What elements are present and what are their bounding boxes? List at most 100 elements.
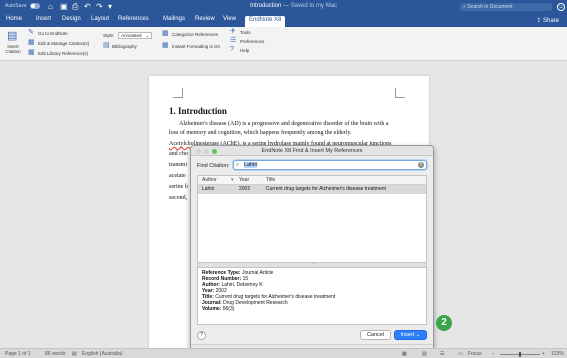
web-layout-icon[interactable]: ☰: [440, 351, 444, 357]
endnote-ribbon: ▤ Insert Citation ✎ Go to EndNote ▦ Edit…: [0, 27, 567, 61]
paragraph-line: loss of memory and cognition, which happ…: [169, 130, 352, 136]
go-to-endnote-button[interactable]: Go to EndNote: [38, 31, 68, 36]
zoom-in-icon[interactable]: +: [542, 351, 545, 357]
edit-manage-citations-button[interactable]: Edit & Manage Citation(s): [38, 41, 89, 46]
tab-home[interactable]: Home: [6, 16, 22, 22]
column-year[interactable]: Year: [239, 177, 249, 183]
paragraph-line: Alzheimer's disease (AD) is a progressiv…: [179, 121, 389, 127]
insert-citation-icon[interactable]: ▤: [7, 30, 17, 42]
instant-formatting-icon: ▦: [162, 42, 169, 49]
language[interactable]: English (Australia): [82, 351, 123, 357]
dialog-title: EndNote X8 Find & Insert My References: [191, 146, 433, 156]
tab-insert[interactable]: Insert: [36, 16, 51, 22]
bibliography-icon: ▤: [103, 42, 110, 49]
focus-icon[interactable]: ▭: [458, 351, 463, 357]
tab-layout[interactable]: Layout: [91, 16, 109, 22]
minimize-window-button[interactable]: [204, 149, 209, 154]
preferences-icon: ☰: [230, 37, 237, 44]
instant-formatting-button[interactable]: Instant Formatting is On: [172, 44, 220, 49]
clear-search-icon[interactable]: ×: [418, 162, 424, 168]
chevron-down-icon[interactable]: ⌄: [416, 332, 421, 338]
share-label: Share: [542, 18, 559, 24]
print-layout-icon[interactable]: ▤: [422, 351, 427, 357]
reference-details-pane: Reference Type: Journal Article Record N…: [197, 267, 427, 325]
bibliography-button[interactable]: Bibliography: [112, 44, 137, 49]
row-author: Lahiri: [202, 186, 215, 192]
tab-view[interactable]: View: [223, 16, 236, 22]
style-select[interactable]: Annotated ⌄: [118, 32, 152, 39]
saved-status: — Saved to my Mac: [283, 3, 338, 9]
tab-mailings[interactable]: Mailings: [163, 16, 185, 22]
cancel-button[interactable]: Cancel: [360, 330, 391, 340]
dialog-help-button[interactable]: ?: [197, 331, 206, 340]
find-insert-references-dialog: EndNote X8 Find & Insert My References F…: [190, 145, 434, 357]
detail-line: Volume: 56(3): [202, 306, 235, 312]
find-citation-label: Find Citation:: [197, 163, 230, 169]
paragraph-line: and cho: [169, 151, 188, 157]
paragraph-line: serine h: [169, 184, 188, 190]
autosave-label: AutoSave: [5, 3, 27, 9]
preferences-button[interactable]: Preferences: [240, 39, 264, 44]
page-count[interactable]: Page 1 of 1: [5, 351, 31, 357]
print-icon[interactable]: ⎙: [72, 2, 78, 11]
paragraph-line: second,: [169, 195, 188, 201]
tools-button[interactable]: Tools: [240, 30, 251, 35]
proofing-icon[interactable]: ▤: [72, 351, 77, 357]
paragraph-line: transmi: [169, 162, 187, 168]
zoom-slider-knob[interactable]: [519, 352, 521, 357]
go-to-endnote-icon: ✎: [28, 29, 34, 36]
row-title: Current drug targets for Alzheimer's dis…: [266, 186, 386, 192]
edit-library-icon: ▦: [28, 49, 35, 56]
smiley-feedback-icon[interactable]: ☺: [557, 3, 565, 11]
save-icon[interactable]: ▣: [60, 2, 68, 11]
insert-button[interactable]: Insert ⌄: [394, 330, 427, 340]
title-bar: AutoSave ⌂ ▣ ⎙ ↶ ↷ ▾ Introduction — Save…: [0, 0, 567, 14]
crop-mark: [173, 88, 183, 98]
search-icon: ⌕: [236, 162, 240, 168]
categorize-references-button[interactable]: Categorize References: [172, 32, 218, 37]
edit-citation-icon: ▦: [28, 39, 35, 46]
zoom-out-icon[interactable]: −: [492, 351, 495, 357]
tab-endnote[interactable]: EndNote X8: [245, 16, 286, 27]
results-table-header: Author ▾ Year Title: [198, 176, 426, 185]
style-value: Annotated: [121, 33, 142, 38]
column-author[interactable]: Author: [202, 177, 217, 183]
crop-mark: [395, 88, 405, 98]
status-bar: Page 1 of 1 86 words ▤ English (Australi…: [0, 348, 567, 358]
table-row[interactable]: Lahiri 2002 Current drug targets for Alz…: [198, 185, 426, 194]
tab-design[interactable]: Design: [62, 16, 81, 22]
find-citation-input[interactable]: ⌕ Lahiri ×: [233, 160, 427, 170]
search-input[interactable]: ⌕ Search in Document: [460, 3, 552, 11]
section-heading: 1. Introduction: [169, 106, 227, 116]
search-placeholder: Search in Document: [467, 4, 513, 10]
help-button[interactable]: Help: [240, 48, 249, 53]
share-button[interactable]: ⇪ Share: [536, 17, 559, 24]
word-count[interactable]: 86 words: [45, 351, 65, 357]
zoom-window-button[interactable]: [212, 149, 217, 154]
autosave-toggle[interactable]: [30, 3, 40, 9]
find-citation-value: Lahiri: [244, 162, 258, 168]
column-title[interactable]: Title: [266, 177, 275, 183]
categorize-icon: ▦: [162, 30, 169, 37]
window-title: Introduction — Saved to my Mac: [250, 3, 337, 9]
tab-references[interactable]: References: [118, 16, 149, 22]
style-label: Style:: [103, 33, 115, 38]
results-table: Author ▾ Year Title Lahiri 2002 Current …: [197, 175, 427, 263]
sort-descending-icon: ▾: [231, 177, 234, 183]
insert-citation-button[interactable]: Insert Citation: [3, 44, 23, 54]
close-window-button[interactable]: [196, 149, 201, 154]
chevron-down-icon: ⌄: [145, 33, 149, 38]
undo-icon[interactable]: ↶: [84, 2, 91, 11]
help-icon: ?: [230, 46, 234, 53]
view-layout-icon[interactable]: ▦: [402, 351, 407, 357]
focus-label[interactable]: Focus: [468, 351, 482, 357]
home-icon[interactable]: ⌂: [48, 2, 53, 11]
paragraph-line: acetate: [169, 173, 186, 179]
edit-library-references-button[interactable]: Edit Library Reference(s): [38, 51, 88, 56]
customize-icon[interactable]: ▾: [108, 2, 112, 11]
tab-review[interactable]: Review: [195, 16, 215, 22]
redo-icon[interactable]: ↷: [96, 2, 103, 11]
row-year: 2002: [239, 186, 251, 192]
zoom-level[interactable]: 123%: [551, 351, 564, 357]
ribbon-tabs: Home Insert Design Layout References Mai…: [0, 14, 567, 27]
